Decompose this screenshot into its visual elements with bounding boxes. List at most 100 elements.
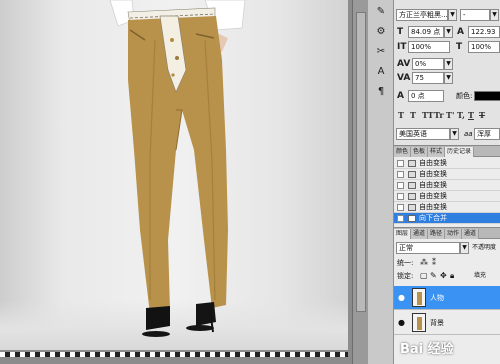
kerning-icon: VA — [397, 73, 411, 83]
history-item[interactable]: 自由变换 — [394, 202, 500, 213]
tracking-icon: AV — [397, 59, 411, 69]
tab-layers[interactable]: 图层 — [394, 229, 412, 239]
unify-position-icon[interactable]: ⁂ — [420, 257, 428, 269]
tab-actions[interactable]: 动作 — [445, 229, 463, 239]
model-pants-image — [109, 0, 246, 337]
lock-paint-icon[interactable]: ✎ — [430, 270, 437, 282]
lock-label: 锁定: — [397, 272, 414, 280]
panels-dock: ✎ ⚙ ✂ A ¶ 方正兰亭粗黑... ▼ - ▼ T 84.09 点 ▼ A … — [368, 0, 500, 364]
tab-history[interactable]: 历史记录 — [445, 147, 475, 157]
strikethrough-button[interactable]: T — [479, 110, 485, 120]
chevron-down-icon[interactable]: ▼ — [490, 9, 499, 21]
history-item-label: 向下合并 — [419, 214, 447, 222]
photoshop-window: ✎ ⚙ ✂ A ¶ 方正兰亭粗黑... ▼ - ▼ T 84.09 点 ▼ A … — [0, 0, 500, 364]
faux-bold-button[interactable]: T — [398, 110, 404, 120]
history-state-icon — [408, 215, 416, 222]
tab-swatches[interactable]: 色板 — [411, 147, 429, 157]
horizontal-scale-icon: T — [456, 42, 463, 52]
history-state-icon — [408, 204, 416, 211]
eye-icon[interactable]: ● — [397, 318, 406, 327]
history-item-label: 自由变换 — [419, 159, 447, 167]
scrollbar-thumb[interactable] — [356, 12, 366, 312]
subscript-button[interactable]: T, — [457, 110, 465, 120]
small-caps-button[interactable]: Tr — [434, 110, 444, 120]
panel-icon-strip: ✎ ⚙ ✂ A ¶ — [368, 0, 394, 364]
baseline-shift-icon: A — [397, 91, 404, 101]
tool-preset-icon[interactable]: ✂ — [373, 44, 389, 58]
language-field[interactable]: 美国英语 — [396, 128, 450, 140]
history-item-label: 自由变换 — [419, 192, 447, 200]
all-caps-button[interactable]: TT — [422, 110, 434, 120]
vertical-scale-icon: IT — [397, 42, 407, 52]
vertical-scrollbar[interactable] — [352, 0, 368, 364]
chevron-down-icon[interactable]: ▼ — [450, 128, 459, 140]
chevron-down-icon[interactable]: ▼ — [444, 72, 453, 84]
history-item-label: 自由变换 — [419, 181, 447, 189]
watermark: Bai 经验 — [400, 342, 454, 357]
underline-button[interactable]: T — [468, 110, 474, 120]
clone-icon[interactable]: ⚙ — [373, 24, 389, 38]
text-color-swatch[interactable] — [474, 91, 500, 101]
history-item[interactable]: 向下合并 — [394, 213, 500, 224]
leading-icon: A — [457, 27, 464, 37]
history-brush-source-checkbox[interactable] — [397, 171, 404, 178]
tab-color[interactable]: 颜色 — [394, 147, 412, 157]
font-size-field[interactable]: 84.09 点 — [408, 26, 444, 38]
lock-move-icon[interactable]: ✥ — [440, 270, 447, 282]
kerning-field[interactable]: 75 — [412, 72, 444, 84]
lock-all-icon[interactable]: 🔒︎ — [450, 270, 454, 282]
history-brush-source-checkbox[interactable] — [397, 160, 404, 167]
character-panel: 方正兰亭粗黑... ▼ - ▼ T 84.09 点 ▼ A 122.93 IT … — [394, 0, 500, 146]
horizontal-scale-field[interactable]: 100% — [468, 41, 500, 53]
chevron-down-icon[interactable]: ▼ — [444, 26, 453, 38]
history-item-label: 自由变换 — [419, 170, 447, 178]
history-item[interactable]: 自由变换 — [394, 158, 500, 169]
font-size-icon: T — [397, 27, 404, 37]
tab-channels-2[interactable]: 通道 — [462, 229, 480, 239]
chevron-down-icon[interactable]: ▼ — [460, 242, 469, 254]
history-brush-source-checkbox[interactable] — [397, 204, 404, 211]
fill-label: 填充 — [474, 272, 487, 279]
brush-icon[interactable]: ✎ — [373, 4, 389, 18]
font-style-field[interactable]: - — [460, 9, 490, 21]
history-tabbar: 颜色 色板 样式 历史记录 — [394, 146, 500, 157]
font-family-field[interactable]: 方正兰亭粗黑... — [396, 9, 448, 21]
unify-visibility-icon[interactable]: ⁑ — [432, 257, 436, 269]
layer-name: 人物 — [430, 294, 444, 302]
document-canvas[interactable] — [0, 0, 368, 364]
history-brush-source-checkbox[interactable] — [397, 215, 404, 222]
antialias-field[interactable]: 浑厚 — [474, 128, 500, 140]
history-state-icon — [408, 160, 416, 167]
lock-pixels-icon[interactable]: ▢ — [420, 270, 428, 282]
faux-italic-button[interactable]: T — [410, 110, 416, 120]
history-brush-source-checkbox[interactable] — [397, 182, 404, 189]
eye-icon[interactable]: ● — [397, 293, 406, 302]
baseline-shift-field[interactable]: 0 点 — [408, 90, 444, 102]
tab-channels[interactable]: 通道 — [411, 229, 429, 239]
chevron-down-icon[interactable]: ▼ — [444, 58, 453, 70]
tab-styles[interactable]: 样式 — [428, 147, 446, 157]
antialias-icon: aa — [464, 130, 473, 138]
paragraph-icon[interactable]: ¶ — [373, 84, 389, 98]
color-label: 颜色: — [456, 92, 473, 100]
opacity-label: 不透明度 — [472, 244, 497, 251]
history-brush-source-checkbox[interactable] — [397, 193, 404, 200]
leading-field[interactable]: 122.93 — [468, 26, 500, 38]
history-state-icon — [408, 171, 416, 178]
history-item[interactable]: 自由变换 — [394, 191, 500, 202]
chevron-down-icon[interactable]: ▼ — [448, 9, 457, 21]
superscript-button[interactable]: T' — [446, 110, 454, 120]
tab-paths[interactable]: 路径 — [428, 229, 446, 239]
character-icon[interactable]: A — [373, 64, 389, 78]
history-panel: 颜色 色板 样式 历史记录 自由变换 自由变换 自由变换 自由变换 自由变换 向下合并 — [394, 146, 500, 228]
layer-row[interactable]: ● 背景 — [394, 311, 500, 335]
history-item[interactable]: 自由变换 — [394, 180, 500, 191]
unify-label: 统一: — [397, 259, 414, 267]
tracking-field[interactable]: 0% — [412, 58, 444, 70]
vertical-scale-field[interactable]: 100% — [408, 41, 450, 53]
layer-row[interactable]: ● 人物 — [394, 286, 500, 310]
layer-name: 背景 — [430, 319, 444, 327]
history-item[interactable]: 自由变换 — [394, 169, 500, 180]
blend-mode-select[interactable]: 正常 — [396, 242, 460, 254]
layer-thumbnail — [412, 313, 426, 332]
